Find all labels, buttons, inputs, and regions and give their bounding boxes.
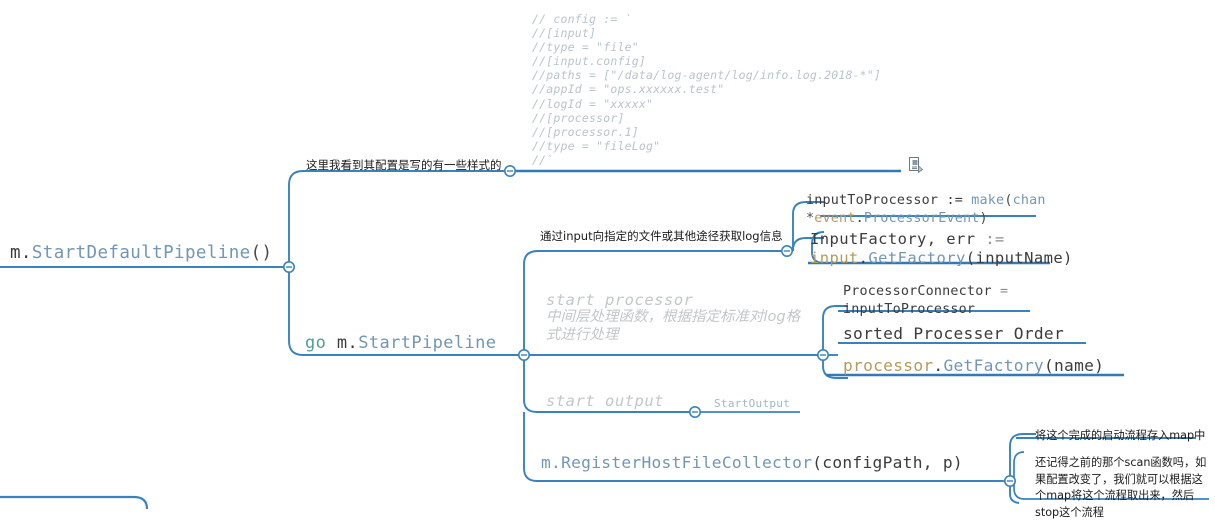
code-line: //type = "fileLog" — [532, 138, 661, 153]
token: event — [814, 210, 856, 226]
code-line: *event.ProcessorEvent) — [806, 210, 1046, 228]
token-identifier: StartDefaultPipeline — [31, 243, 251, 263]
code-line: // config := ` — [532, 12, 632, 26]
node-processor-getfactory[interactable]: processor.GetFactory(name) — [843, 356, 1104, 375]
node-output-title-en[interactable]: start output — [546, 392, 664, 410]
token: . — [933, 356, 944, 375]
token: (inputName) — [965, 249, 1073, 267]
node-input-branch-label[interactable]: 通过input向指定的文件或其他途径获取log信息 — [540, 229, 783, 244]
code-line: //appId = "ops.xxxxxx.test" — [532, 82, 725, 97]
node-processor-title-en[interactable]: start processor — [546, 291, 693, 309]
code-line: //type = "file" — [532, 40, 639, 55]
node-processor-connector[interactable]: ProcessorConnector = inputToProcessor — [843, 283, 1008, 318]
node-start-output[interactable]: StartOutput — [714, 397, 790, 410]
node-register-host-file-collector[interactable]: m.RegisterHostFileCollector(configPath, … — [541, 453, 963, 472]
token: GetFactory — [868, 249, 966, 267]
token: ) — [979, 210, 988, 226]
code-line: ProcessorConnector = — [843, 283, 1008, 301]
node-config-comment-label[interactable]: 这里我看到其配置是写的有一些样式的 — [306, 158, 502, 173]
token: chan — [1012, 193, 1046, 208]
token: (configPath, p) — [812, 453, 963, 472]
code-line: //paths = ["/data/log-agent/log/info.log… — [532, 68, 882, 83]
code-line: inputToProcessor — [843, 301, 1008, 319]
code-line: //logId = "xxxxx" — [532, 96, 654, 111]
token: := — [985, 230, 1005, 248]
note-icon[interactable] — [909, 157, 924, 174]
token: InputFactory, err — [810, 230, 986, 248]
token: = — [999, 284, 1009, 299]
token-plain: m. — [10, 243, 32, 263]
token: . — [858, 249, 869, 267]
token-paren: () — [250, 243, 273, 263]
code-line: //[input] — [532, 26, 597, 41]
node-scan-function-note[interactable]: 还记得之前的那个scan函数吗，如果配置改变了，我们就可以根据这个map将这个流… — [1035, 455, 1213, 521]
code-line: inputToProcessor := make(chan — [806, 192, 1046, 210]
token: GetFactory — [943, 356, 1044, 375]
token: inputToProcessor — [806, 193, 947, 208]
code-line: //` — [532, 152, 554, 167]
mindmap-canvas: m.StartDefaultPipeline() 这里我看到其配置是写的有一些样… — [0, 0, 1215, 519]
code-line: //[processor.1] — [532, 124, 639, 139]
token: RegisterHostFileCollector — [561, 453, 813, 472]
token: input — [810, 249, 859, 267]
token: ProcessorConnector — [843, 284, 1000, 299]
token: (name) — [1043, 356, 1105, 375]
token: . — [855, 210, 864, 226]
node-start-pipeline[interactable]: go m.StartPipeline — [305, 333, 496, 353]
node-map-store-label[interactable]: 将这个完成的启动流程存入map中 — [1035, 428, 1205, 445]
token: ProcessorEvent — [863, 210, 980, 226]
node-processor-title-cjk[interactable]: 中间层处理函数，根据指定标准对log格式进行处理 — [546, 309, 806, 344]
token-receiver: m. — [336, 333, 359, 353]
code-line: InputFactory, err := — [810, 230, 1073, 249]
node-input-factory[interactable]: InputFactory, err := input.GetFactory(in… — [810, 230, 1073, 268]
token: inputToProcessor — [843, 301, 976, 317]
node-root[interactable]: m.StartDefaultPipeline() — [10, 243, 272, 263]
token-method: StartPipeline — [358, 333, 497, 353]
token: make — [971, 193, 1005, 208]
node-input-to-processor[interactable]: inputToProcessor := make(chan *event.Pro… — [806, 192, 1046, 227]
code-line: //[input.config] — [532, 54, 646, 69]
token: := — [946, 193, 972, 208]
node-sorted-processer-order[interactable]: sorted Processer Order — [843, 324, 1064, 343]
token-keyword-go: go — [305, 333, 337, 353]
token: m. — [541, 453, 562, 472]
node-config-code-block[interactable]: // config := ` //[input] //type = "file"… — [532, 12, 881, 167]
code-line: input.GetFactory(inputName) — [810, 249, 1073, 268]
token: processor — [843, 356, 934, 375]
token: ( — [1004, 193, 1013, 208]
code-line: //[processor] — [532, 110, 625, 125]
